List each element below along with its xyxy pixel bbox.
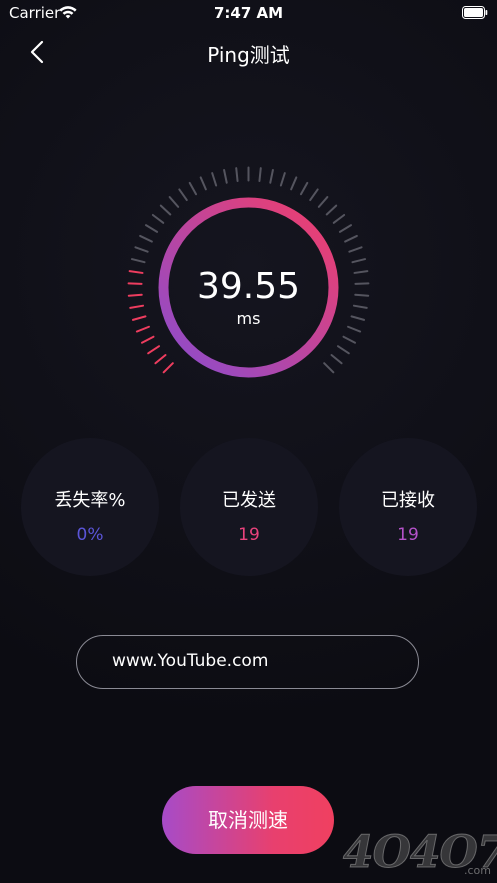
ping-test-screen: Carrier 7:47 AM Ping测试 39.55 ms 丢失率% 0% … [0,0,497,883]
gauge-tick [336,345,350,355]
watermark-logo: 4O4O7 .com [343,825,497,881]
gauge-tick [338,224,353,233]
stat-label: 已发送 [222,490,276,511]
stat-received: 已接收 19 [339,438,477,576]
gauge-tick [258,167,262,183]
gauge-tick [178,188,188,202]
gauge-tick-active [147,345,161,355]
gauge-tick [211,172,218,187]
gauge-tick [151,213,165,224]
gauge-tick [144,224,159,233]
gauge-tick [323,362,335,374]
cancel-test-button[interactable]: 取消测速 [162,786,334,854]
stat-label: 已接收 [381,490,435,511]
gauge-tick [199,176,207,191]
gauge-tick [269,169,274,184]
gauge-tick-active [140,335,155,344]
stat-label: 丢失率% [54,490,126,511]
gauge-tick [130,258,146,264]
gauge-tick [139,234,153,243]
page-title: Ping测试 [207,43,290,67]
gauge-tick [159,204,172,216]
gauge-tick [348,246,363,253]
gauge-tick [299,181,309,196]
ping-unit: ms [236,309,261,328]
clock-time: 7:47 AM [213,4,284,22]
gauge-tick [279,172,286,187]
gauge-tick [168,196,180,208]
nav-bar: Ping测试 [0,30,497,74]
gauge-tick [332,213,346,224]
gauge-tick [351,258,367,264]
gauge-tick [290,176,298,191]
host-url-text[interactable]: www.YouTube.com [112,651,268,671]
gauge-tick [188,181,198,196]
host-url-field[interactable]: www.YouTube.com [76,635,419,689]
battery-icon [462,6,488,19]
watermark-suffix: .com [464,864,491,877]
status-bar: Carrier 7:47 AM [0,0,497,26]
gauge-tick [223,169,228,184]
gauge-tick [342,335,357,344]
gauge-tick [344,234,358,243]
gauge-tick-active [162,362,174,374]
stat-value: 0% [76,525,104,545]
stat-packet-loss: 丢失率% 0% [21,438,159,576]
gauge-tick [235,167,239,183]
ping-value: 39.55 [196,266,301,307]
gauge-tick [134,246,149,253]
gauge-tick [309,188,319,202]
gauge-tick [330,354,343,365]
gauge-tick [317,196,329,208]
gauge-tick-active [154,354,167,365]
stat-value: 19 [238,525,260,545]
gauge-tick [325,204,338,216]
stat-value: 19 [397,525,419,545]
stat-sent: 已发送 19 [180,438,318,576]
